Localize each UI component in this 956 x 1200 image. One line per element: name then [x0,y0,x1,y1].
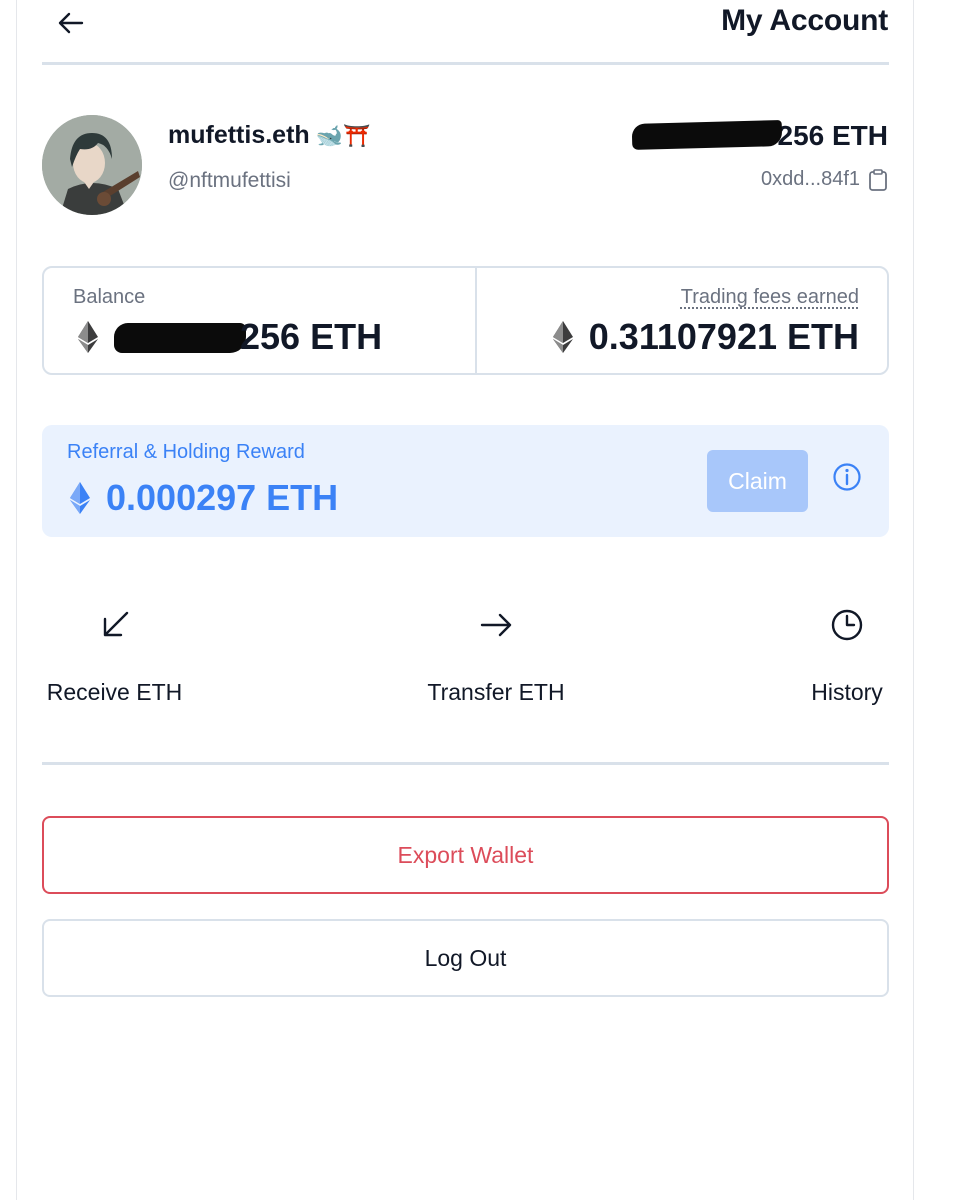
user-handle: @nftmufettisi [168,169,291,192]
receive-eth-button[interactable]: Receive ETH [42,605,187,706]
history-button[interactable]: History [804,605,890,706]
page-title: My Account [721,4,888,37]
header-balance: 256 ETH [631,120,889,152]
redaction-mark [114,323,246,353]
card-divider [475,268,477,373]
header-balance-text: 256 ETH [777,120,889,151]
arrow-down-left-icon [103,611,128,637]
trading-fees-value-text: 0.31107921 ETH [588,316,859,357]
wallet-address: 0xdd...84f1 [761,168,888,191]
transfer-eth-label: Transfer ETH [427,679,565,705]
transfer-eth-button[interactable]: Transfer ETH [419,605,573,706]
clipboard-icon[interactable] [868,168,888,191]
clock-icon [831,609,863,641]
claim-button[interactable]: Claim [707,450,808,512]
eth-icon [70,482,90,514]
reward-label: Referral & Holding Reward [67,441,305,463]
balance-label: Balance [73,286,146,308]
reward-value: 0.000297 ETH [70,477,338,519]
arrow-right-icon [480,613,512,637]
reward-value-text: 0.000297 ETH [106,477,339,518]
eth-icon [552,321,573,353]
display-name-text: mufettis.eth [168,121,310,149]
balance-card: Balance 256 ETH Trading fees earned 0.31… [42,266,889,375]
export-wallet-button[interactable]: Export Wallet [42,816,889,894]
redaction-mark [631,120,782,150]
back-button[interactable] [56,8,86,38]
arrow-left-icon [58,12,84,34]
balance-value: 256 ETH [78,316,382,358]
log-out-button[interactable]: Log Out [42,919,889,997]
history-label: History [811,679,883,705]
trading-fees-value: 0.31107921 ETH [552,316,859,358]
name-emojis: 🐋⛩️ [315,123,371,148]
display-name: mufettis.eth 🐋⛩️ [168,121,370,150]
trading-fees-label[interactable]: Trading fees earned [681,286,859,309]
avatar [42,115,142,215]
info-icon[interactable] [832,462,862,492]
receive-eth-label: Receive ETH [46,679,183,705]
balance-value-text: 256 ETH [240,316,383,357]
wallet-address-text: 0xdd...84f1 [761,168,860,190]
eth-icon [78,321,98,353]
header-divider [42,62,889,65]
section-divider [42,762,889,765]
reward-card: Referral & Holding Reward 0.000297 ETH C… [42,425,889,537]
